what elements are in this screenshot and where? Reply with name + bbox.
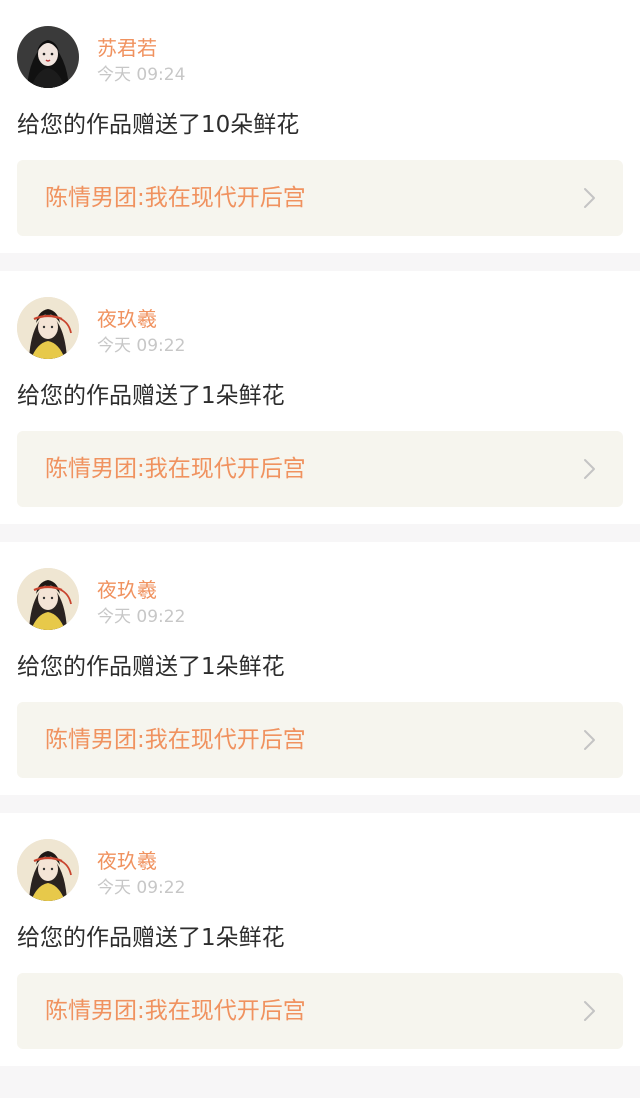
avatar-ancient-costume-boy-image [17,568,79,630]
work-title: 陈情男团:我在现代开后宫 [45,727,306,753]
avatar-ancient-costume-boy-image [17,839,79,901]
timestamp: 今天 09:22 [97,336,186,356]
notification-card: 夜玖羲 今天 09:22 给您的作品赠送了1朵鲜花 陈情男团:我在现代开后宫 [0,542,640,795]
card-divider [0,524,640,542]
work-title: 陈情男团:我在现代开后宫 [45,998,306,1024]
work-title: 陈情男团:我在现代开后宫 [45,456,306,482]
card-divider [0,253,640,271]
work-link[interactable]: 陈情男团:我在现代开后宫 [17,160,623,236]
card-divider [0,1066,640,1084]
notification-message: 给您的作品赠送了1朵鲜花 [17,383,285,409]
notification-header: 苏君若 今天 09:24 [17,26,623,90]
timestamp: 今天 09:22 [97,878,186,898]
username[interactable]: 苏君若 [97,36,185,60]
user-meta: 夜玖羲 今天 09:22 [97,568,185,628]
notification-message: 给您的作品赠送了10朵鲜花 [17,112,300,138]
user-meta: 夜玖羲 今天 09:22 [97,297,185,357]
user-meta: 夜玖羲 今天 09:22 [97,839,185,899]
notification-message: 给您的作品赠送了1朵鲜花 [17,654,285,680]
chevron-right-icon [583,999,597,1023]
chevron-right-icon [583,186,597,210]
timestamp: 今天 09:24 [97,65,186,85]
timestamp: 今天 09:22 [97,607,186,627]
notification-card: 夜玖羲 今天 09:22 给您的作品赠送了1朵鲜花 陈情男团:我在现代开后宫 [0,813,640,1066]
avatar[interactable] [17,568,79,630]
work-link[interactable]: 陈情男团:我在现代开后宫 [17,431,623,507]
chevron-right-icon [583,728,597,752]
avatar[interactable] [17,26,79,88]
user-meta: 苏君若 今天 09:24 [97,26,185,86]
avatar-ancient-costume-boy-image [17,297,79,359]
notification-card: 苏君若 今天 09:24 给您的作品赠送了10朵鲜花 陈情男团:我在现代开后宫 [0,0,640,253]
notification-card: 夜玖羲 今天 09:22 给您的作品赠送了1朵鲜花 陈情男团:我在现代开后宫 [0,271,640,524]
card-divider [0,795,640,813]
work-title: 陈情男团:我在现代开后宫 [45,185,306,211]
work-link[interactable]: 陈情男团:我在现代开后宫 [17,702,623,778]
notification-feed: 苏君若 今天 09:24 给您的作品赠送了10朵鲜花 陈情男团:我在现代开后宫 [0,0,640,1084]
avatar[interactable] [17,839,79,901]
work-link[interactable]: 陈情男团:我在现代开后宫 [17,973,623,1049]
avatar-dark-hair-girl-image [17,26,79,88]
username[interactable]: 夜玖羲 [97,578,185,602]
notification-header: 夜玖羲 今天 09:22 [17,839,623,903]
notification-message: 给您的作品赠送了1朵鲜花 [17,925,285,951]
notification-header: 夜玖羲 今天 09:22 [17,568,623,632]
username[interactable]: 夜玖羲 [97,849,185,873]
avatar[interactable] [17,297,79,359]
username[interactable]: 夜玖羲 [97,307,185,331]
notification-header: 夜玖羲 今天 09:22 [17,297,623,361]
chevron-right-icon [583,457,597,481]
